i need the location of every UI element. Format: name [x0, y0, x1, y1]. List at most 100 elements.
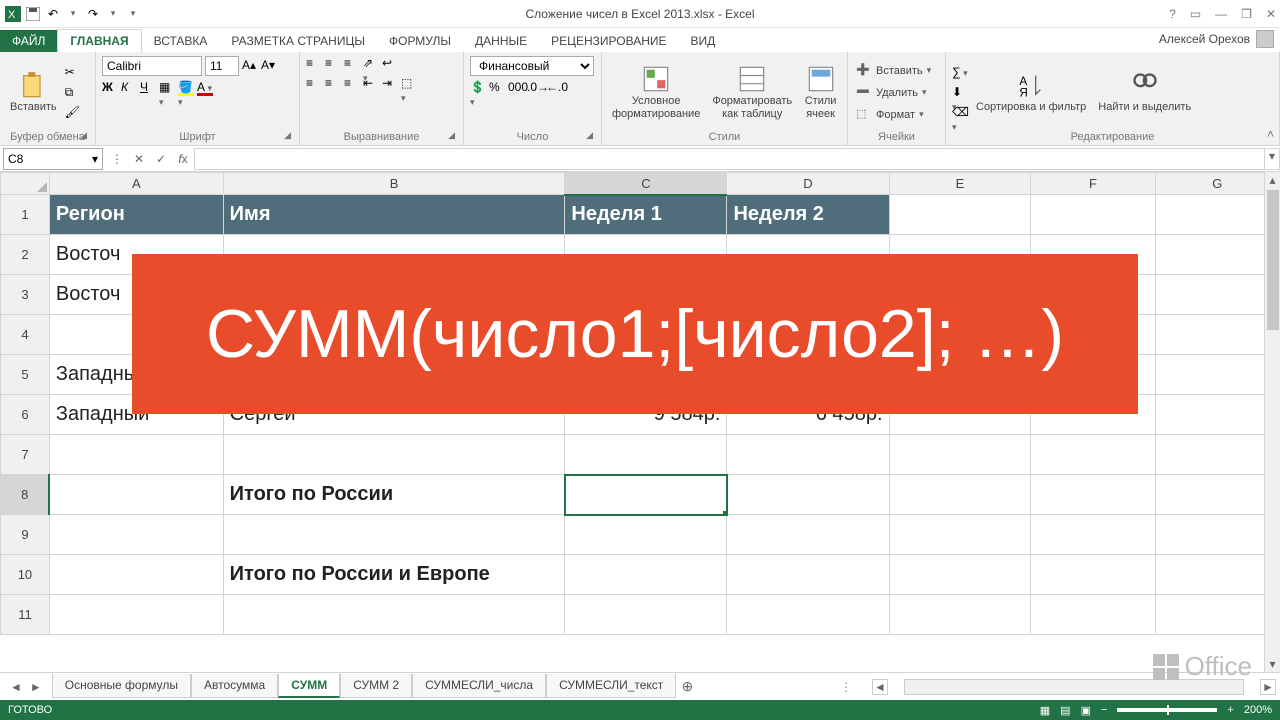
hscroll-right-icon[interactable]: ► — [1260, 679, 1276, 695]
add-sheet-button[interactable]: ⊕ — [676, 678, 698, 695]
cell-G1[interactable] — [1155, 195, 1279, 235]
row-header-3[interactable]: 3 — [1, 275, 50, 315]
cell-D9[interactable] — [727, 515, 889, 555]
format-as-table-button[interactable]: Форматировать как таблицу — [708, 63, 796, 121]
tab-file[interactable]: ФАЙЛ — [0, 30, 57, 52]
cell-G3[interactable] — [1155, 275, 1279, 315]
merge-icon[interactable]: ⬚ — [401, 76, 417, 92]
view-page-layout-icon[interactable]: ▤ — [1060, 704, 1070, 717]
scroll-thumb[interactable] — [1267, 190, 1279, 330]
spreadsheet-grid[interactable]: ABCDEFG1РегионИмяНеделя 1Неделя 22Восточ… — [0, 172, 1280, 672]
paste-button[interactable]: Вставить — [6, 69, 61, 115]
cell-E1[interactable] — [889, 195, 1031, 235]
comma-icon[interactable]: 000 — [508, 80, 524, 96]
hscroll-left-icon[interactable]: ◄ — [872, 679, 888, 695]
redo-icon[interactable]: ↷ — [84, 5, 102, 23]
cell-B10[interactable]: Итого по России и Европе — [223, 555, 565, 595]
align-top-icon[interactable]: ≡ — [306, 56, 322, 72]
cell-G5[interactable] — [1155, 355, 1279, 395]
alignment-launcher-icon[interactable]: ◢ — [448, 130, 455, 141]
cell-E11[interactable] — [889, 595, 1031, 635]
font-name-input[interactable] — [102, 56, 202, 76]
format-cells-button[interactable]: ⬚Формат — [854, 106, 933, 124]
account-user[interactable]: Алексей Орехов — [1159, 30, 1274, 48]
decrease-decimal-icon[interactable]: ←.0 — [546, 80, 562, 96]
row-header-5[interactable]: 5 — [1, 355, 50, 395]
underline-icon[interactable]: Ч — [140, 80, 156, 96]
decrease-font-icon[interactable]: A▾ — [261, 58, 277, 74]
sort-filter-button[interactable]: AЯСортировка и фильтр — [972, 69, 1090, 115]
wrap-text-icon[interactable]: ↩ — [382, 56, 398, 72]
cell-D11[interactable] — [727, 595, 889, 635]
fill-color-icon[interactable]: 🪣 — [178, 80, 194, 96]
font-size-input[interactable] — [205, 56, 239, 76]
cell-D8[interactable] — [727, 475, 889, 515]
cell-G10[interactable] — [1155, 555, 1279, 595]
cell-C11[interactable] — [565, 595, 727, 635]
row-header-11[interactable]: 11 — [1, 595, 50, 635]
cell-G11[interactable] — [1155, 595, 1279, 635]
zoom-in-icon[interactable]: + — [1227, 704, 1233, 716]
row-header-6[interactable]: 6 — [1, 395, 50, 435]
vertical-scrollbar[interactable]: ▴ ▾ — [1264, 172, 1280, 672]
restore-icon[interactable]: ❐ — [1241, 7, 1252, 21]
cell-A7[interactable] — [49, 435, 223, 475]
tab-data[interactable]: ДАННЫЕ — [463, 30, 539, 52]
ribbon-display-options-icon[interactable]: ▭ — [1190, 7, 1201, 21]
cell-B11[interactable] — [223, 595, 565, 635]
cut-icon[interactable]: ✂ — [65, 65, 81, 81]
cell-G9[interactable] — [1155, 515, 1279, 555]
border-icon[interactable]: ▦ — [159, 80, 175, 96]
sheet-tab-1[interactable]: Автосумма — [191, 674, 278, 698]
view-normal-icon[interactable]: ▦ — [1040, 704, 1050, 717]
cell-C9[interactable] — [565, 515, 727, 555]
clear-icon[interactable]: ⌫ — [952, 105, 968, 121]
row-header-9[interactable]: 9 — [1, 515, 50, 555]
increase-font-icon[interactable]: A▴ — [242, 58, 258, 74]
cell-E10[interactable] — [889, 555, 1031, 595]
row-header-10[interactable]: 10 — [1, 555, 50, 595]
cell-B9[interactable] — [223, 515, 565, 555]
cell-B1[interactable]: Имя — [223, 195, 565, 235]
column-header-B[interactable]: B — [223, 173, 565, 195]
row-header-2[interactable]: 2 — [1, 235, 50, 275]
cell-A11[interactable] — [49, 595, 223, 635]
horizontal-scrollbar[interactable] — [904, 679, 1244, 695]
collapse-ribbon-icon[interactable]: ˄ — [1267, 127, 1274, 141]
cell-G4[interactable] — [1155, 315, 1279, 355]
column-header-F[interactable]: F — [1031, 173, 1155, 195]
formula-input[interactable] — [194, 148, 1264, 170]
cell-A1[interactable]: Регион — [49, 195, 223, 235]
cell-C8[interactable] — [565, 475, 727, 515]
sheet-nav-prev-icon[interactable]: ◄ — [10, 680, 22, 694]
cell-F10[interactable] — [1031, 555, 1155, 595]
expand-formula-bar-icon[interactable]: ▾ — [1264, 148, 1280, 170]
align-middle-icon[interactable]: ≡ — [325, 56, 341, 72]
insert-cells-button[interactable]: ➕Вставить — [854, 62, 933, 80]
cell-G2[interactable] — [1155, 235, 1279, 275]
qat-customize[interactable] — [124, 5, 142, 23]
italic-icon[interactable]: К — [121, 80, 137, 96]
minimize-icon[interactable]: — — [1215, 7, 1227, 21]
accounting-icon[interactable]: 💲 — [470, 80, 486, 96]
insert-function-icon[interactable]: fx — [172, 152, 194, 166]
bold-icon[interactable]: Ж — [102, 80, 118, 96]
scroll-down-icon[interactable]: ▾ — [1265, 656, 1280, 672]
cell-F1[interactable] — [1031, 195, 1155, 235]
save-icon[interactable] — [24, 5, 42, 23]
row-header-8[interactable]: 8 — [1, 475, 50, 515]
redo-dropdown[interactable] — [104, 5, 122, 23]
row-header-7[interactable]: 7 — [1, 435, 50, 475]
cell-F9[interactable] — [1031, 515, 1155, 555]
cell-F11[interactable] — [1031, 595, 1155, 635]
sheet-tab-0[interactable]: Основные формулы — [52, 674, 191, 698]
delete-cells-button[interactable]: ➖Удалить — [854, 84, 933, 102]
align-left-icon[interactable]: ≡ — [306, 76, 322, 92]
cell-G6[interactable] — [1155, 395, 1279, 435]
cell-B8[interactable]: Итого по России — [223, 475, 565, 515]
autosum-icon[interactable]: ∑ — [952, 65, 968, 81]
close-icon[interactable]: ✕ — [1266, 7, 1276, 21]
row-header-4[interactable]: 4 — [1, 315, 50, 355]
cell-A10[interactable] — [49, 555, 223, 595]
cell-A9[interactable] — [49, 515, 223, 555]
